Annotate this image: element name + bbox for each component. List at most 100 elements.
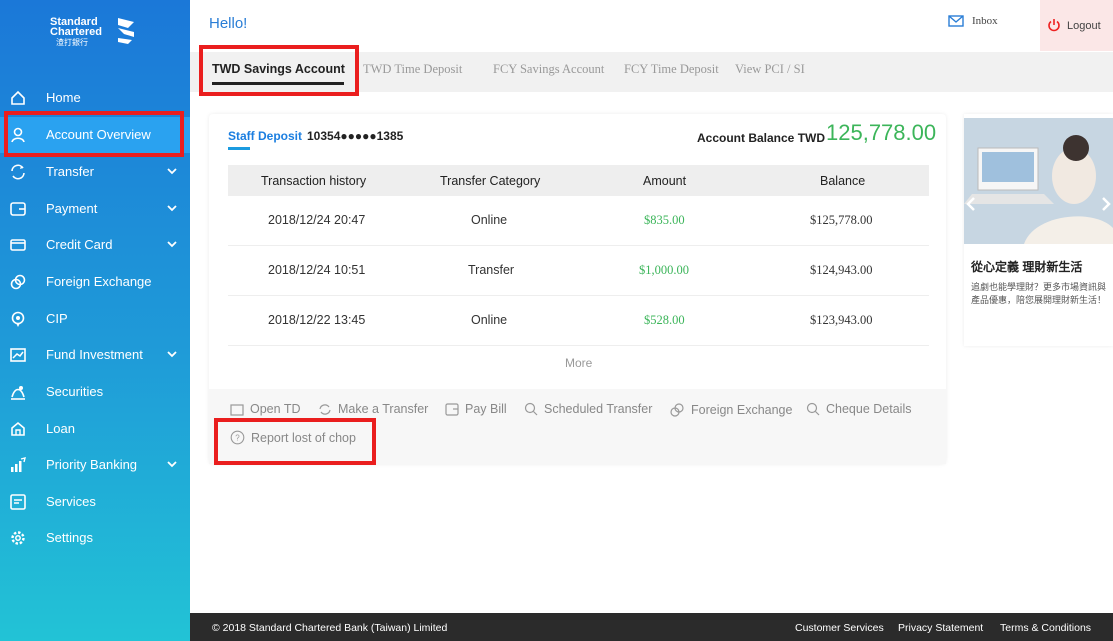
sidebar-item-label: Securities <box>46 384 104 399</box>
logout-button[interactable]: Logout <box>1040 0 1113 51</box>
balance-label: Account Balance TWD <box>697 131 826 145</box>
sidebar-item-label: Services <box>46 494 96 509</box>
deposit-icon <box>230 403 244 416</box>
credit-card-icon <box>10 239 26 251</box>
column-header: Transfer Category <box>440 174 541 188</box>
loan-icon <box>11 421 25 436</box>
sidebar-item-settings[interactable]: Settings <box>0 520 190 556</box>
privacy-statement-link[interactable]: Privacy Statement <box>898 622 983 634</box>
securities-icon <box>11 386 25 400</box>
more-link[interactable]: More <box>565 356 592 370</box>
priority-icon <box>11 457 26 472</box>
transaction-date: 2018/12/22 13:45 <box>268 313 366 327</box>
customer-services-link[interactable]: Customer Services <box>795 622 884 634</box>
table-row[interactable]: 2018/12/24 10:51 Transfer $1,000.00 $124… <box>228 246 929 296</box>
transaction-amount: $528.00 <box>644 313 685 327</box>
carousel-next-icon[interactable] <box>1101 196 1111 212</box>
sidebar-item-payment[interactable]: Payment <box>0 191 190 227</box>
sidebar-item-transfer[interactable]: Transfer <box>0 154 190 190</box>
sidebar-item-label: Settings <box>46 530 93 545</box>
cheque-details-label: Cheque Details <box>826 402 912 416</box>
transaction-amount: $835.00 <box>644 213 685 227</box>
sidebar-item-label: Foreign Exchange <box>46 274 152 289</box>
promo-image[interactable] <box>964 118 1113 244</box>
inbox-button[interactable]: Inbox <box>948 15 998 27</box>
wallet-icon <box>10 202 26 216</box>
logo-mark-icon <box>118 18 134 44</box>
scheduled-transfer-label: Scheduled Transfer <box>544 402 653 416</box>
carousel-prev-icon[interactable] <box>966 196 976 212</box>
search-icon <box>806 402 820 416</box>
balance-after: $124,943.00 <box>810 263 873 277</box>
foreign-exchange-button[interactable]: Foreign Exchange <box>669 402 792 418</box>
cheque-details-button[interactable]: Cheque Details <box>806 402 911 416</box>
sidebar-item-securities[interactable]: Securities <box>0 374 190 410</box>
tab-twd-time-deposit[interactable]: TWD Time Deposit <box>363 62 462 77</box>
scheduled-transfer-button[interactable]: Scheduled Transfer <box>524 402 652 416</box>
exchange-icon <box>669 402 685 418</box>
sidebar-item-label: CIP <box>46 311 68 326</box>
open-td-label: Open TD <box>250 402 301 416</box>
transfer-icon <box>318 403 332 416</box>
sidebar-item-label: Transfer <box>46 164 94 179</box>
sidebar-item-loan[interactable]: Loan <box>0 411 190 447</box>
transfer-icon <box>11 164 25 180</box>
account-number: 10354●●●●●1385 <box>307 129 404 143</box>
open-td-button[interactable]: Open TD <box>230 402 301 416</box>
chevron-down-icon <box>167 205 177 212</box>
balance-value: 125,778.00 <box>826 120 937 145</box>
column-header: Balance <box>820 174 866 188</box>
column-header: Transaction history <box>261 174 367 188</box>
transfer-category: Online <box>471 213 508 227</box>
tab-view-pci-si[interactable]: View PCI / SI <box>735 62 805 77</box>
account-selector-indicator <box>228 147 250 150</box>
search-icon <box>524 402 538 416</box>
sidebar-item-label: Home <box>46 90 81 105</box>
table-row[interactable]: 2018/12/22 13:45 Online $528.00 $123,943… <box>228 296 929 346</box>
sidebar: Standard Chartered 渣打銀行 Home Account Ove… <box>0 0 190 641</box>
services-icon <box>10 494 26 510</box>
transaction-amount: $1,000.00 <box>639 263 689 277</box>
transfer-category: Online <box>471 313 508 327</box>
logo-line-3: 渣打銀行 <box>56 38 88 47</box>
sidebar-item-label: Fund Investment <box>46 347 143 362</box>
greeting: Hello! <box>209 15 248 32</box>
sidebar-item-credit-card[interactable]: Credit Card <box>0 227 190 263</box>
inbox-label: Inbox <box>972 15 998 27</box>
table-row[interactable]: 2018/12/24 20:47 Online $835.00 $125,778… <box>228 196 929 246</box>
bank-logo[interactable]: Standard Chartered 渣打銀行 <box>50 14 140 54</box>
chevron-down-icon <box>167 461 177 468</box>
sidebar-item-services[interactable]: Services <box>0 484 190 520</box>
tab-fcy-savings-account[interactable]: FCY Savings Account <box>493 62 604 77</box>
logout-label: Logout <box>1067 20 1101 32</box>
chevron-down-icon <box>167 351 177 358</box>
mail-icon <box>948 15 964 27</box>
promo-title[interactable]: 從心定義 理財新生活 <box>971 258 1082 275</box>
sidebar-item-priority-banking[interactable]: Priority Banking <box>0 447 190 483</box>
column-header: Amount <box>643 174 687 188</box>
sidebar-item-fund-investment[interactable]: Fund Investment <box>0 337 190 373</box>
highlight-box-account-overview <box>4 111 184 157</box>
sidebar-item-label: Payment <box>46 201 98 216</box>
transfer-category: Transfer <box>468 263 515 277</box>
logo-line-2: Chartered <box>50 26 102 38</box>
wallet-icon <box>445 402 459 416</box>
transaction-date: 2018/12/24 10:51 <box>268 263 366 277</box>
badge-icon <box>11 311 25 327</box>
promo-description: 追劇也能學理財？更多市場資訊與產品優惠，陪您展開理財新生活！ <box>971 282 1107 305</box>
sidebar-item-cip[interactable]: CIP <box>0 301 190 337</box>
tab-fcy-time-deposit[interactable]: FCY Time Deposit <box>624 62 719 77</box>
terms-conditions-link[interactable]: Terms & Conditions <box>1000 622 1091 634</box>
chart-icon <box>10 348 26 362</box>
foreign-exchange-label: Foreign Exchange <box>691 403 793 417</box>
transaction-table-header: Transaction history Transfer Category Am… <box>228 165 929 196</box>
sidebar-item-label: Priority Banking <box>46 457 138 472</box>
make-transfer-label: Make a Transfer <box>338 402 429 416</box>
make-transfer-button[interactable]: Make a Transfer <box>318 402 428 416</box>
pay-bill-button[interactable]: Pay Bill <box>445 402 507 416</box>
footer: © 2018 Standard Chartered Bank (Taiwan) … <box>190 613 1113 641</box>
copyright: © 2018 Standard Chartered Bank (Taiwan) … <box>212 622 448 634</box>
chevron-down-icon <box>167 241 177 248</box>
account-type-label[interactable]: Staff Deposit <box>228 129 302 143</box>
sidebar-item-foreign-exchange[interactable]: Foreign Exchange <box>0 264 190 300</box>
